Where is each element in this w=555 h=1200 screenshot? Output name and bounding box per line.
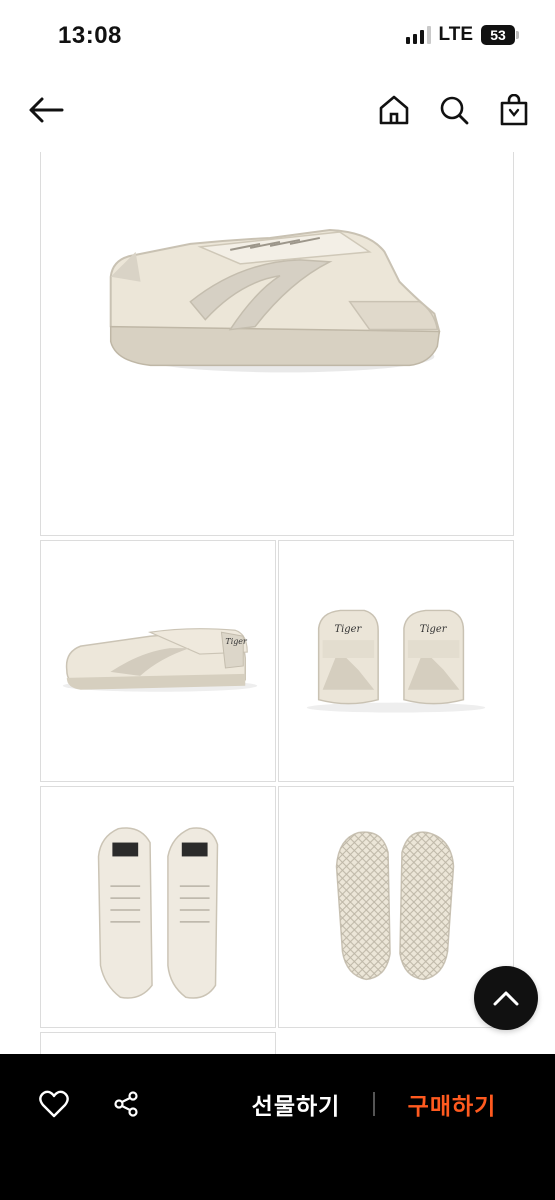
home-icon <box>379 95 409 125</box>
sneaker-heel-pair-icon: Tiger Tiger <box>306 609 486 713</box>
back-button[interactable] <box>24 88 68 132</box>
signal-icon <box>405 26 431 44</box>
battery-level: 53 <box>490 27 506 43</box>
product-image-top-pair[interactable] <box>40 786 276 1028</box>
sneaker-side-pair-icon: Tiger <box>62 628 258 692</box>
search-button[interactable] <box>432 88 476 132</box>
gift-button[interactable]: 선물하기 <box>228 1082 364 1126</box>
wishlist-button[interactable] <box>34 1084 74 1124</box>
battery-icon: 53 <box>481 25 519 45</box>
home-button[interactable] <box>372 88 416 132</box>
sneaker-top-pair-icon <box>97 827 219 999</box>
network-label: LTE <box>438 24 473 45</box>
status-indicators: LTE 53 <box>405 24 519 46</box>
share-icon <box>114 1091 138 1117</box>
shopping-bag-icon <box>500 94 528 126</box>
heel-logo-text: Tiger <box>225 637 248 646</box>
product-image-heel-pair[interactable]: Tiger Tiger <box>278 540 514 782</box>
chevron-up-icon <box>493 991 519 1006</box>
product-image-side-pair[interactable]: Tiger <box>40 540 276 782</box>
app-header <box>0 74 555 146</box>
heel-logo-right: Tiger <box>420 624 448 635</box>
cart-button[interactable] <box>492 88 536 132</box>
action-divider <box>373 1092 375 1116</box>
back-arrow-icon <box>29 97 64 123</box>
product-image-main[interactable] <box>40 152 514 536</box>
status-bar: 13:08 LTE 53 <box>0 0 555 74</box>
heel-logo-left: Tiger <box>335 624 363 635</box>
status-time: 13:08 <box>58 22 122 49</box>
buy-button[interactable]: 구매하기 <box>388 1082 516 1126</box>
scroll-top-button[interactable] <box>474 966 538 1030</box>
bottom-action-bar: 선물하기 구매하기 <box>0 1054 555 1200</box>
heart-icon <box>39 1090 69 1118</box>
share-button[interactable] <box>106 1084 146 1124</box>
sneaker-side-view-icon <box>109 228 441 373</box>
search-icon <box>440 96 469 125</box>
